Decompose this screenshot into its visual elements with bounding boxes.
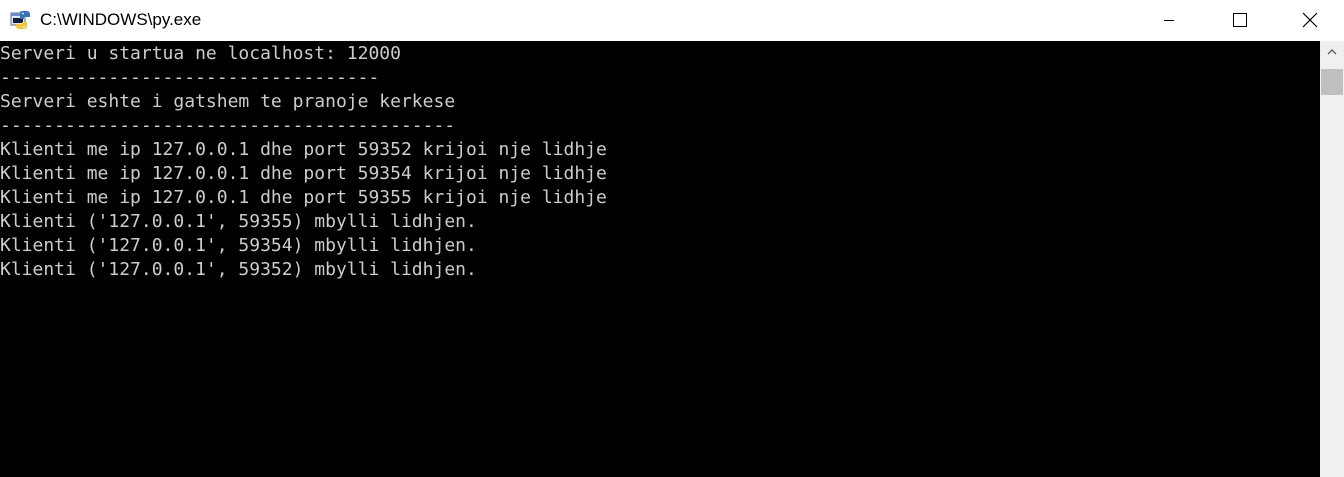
console-line: Klienti ('127.0.0.1', 59355) mbylli lidh… xyxy=(0,211,477,232)
console-output[interactable]: Serveri u startua ne localhost: 12000 --… xyxy=(0,41,1320,477)
minimize-icon xyxy=(1164,20,1174,21)
console-line: Klienti ('127.0.0.1', 59354) mbylli lidh… xyxy=(0,235,477,256)
console-window: C:\WINDOWS\py.exe Serveri u startua ne l… xyxy=(0,0,1344,477)
title-bar[interactable]: C:\WINDOWS\py.exe xyxy=(0,0,1344,41)
maximize-icon xyxy=(1233,13,1247,27)
close-button[interactable] xyxy=(1274,0,1344,41)
scroll-thumb[interactable] xyxy=(1321,69,1343,95)
maximize-button[interactable] xyxy=(1204,0,1274,41)
console-line: ----------------------------------------… xyxy=(0,115,456,136)
console-line: Klienti me ip 127.0.0.1 dhe port 59354 k… xyxy=(0,163,607,184)
console-line: Klienti me ip 127.0.0.1 dhe port 59352 k… xyxy=(0,139,607,160)
console-line: Serveri eshte i gatshem te pranoje kerke… xyxy=(0,91,456,112)
scroll-up-button[interactable] xyxy=(1320,41,1344,63)
minimize-button[interactable] xyxy=(1134,0,1204,41)
console-line: Serveri u startua ne localhost: 12000 xyxy=(0,43,401,64)
console-line: ----------------------------------- xyxy=(0,67,380,88)
window-title: C:\WINDOWS\py.exe xyxy=(40,10,202,29)
console-line: Klienti ('127.0.0.1', 59352) mbylli lidh… xyxy=(0,259,477,280)
close-icon xyxy=(1302,12,1318,28)
console-line: Klienti me ip 127.0.0.1 dhe port 59355 k… xyxy=(0,187,607,208)
python-launcher-icon[interactable] xyxy=(10,9,32,31)
chevron-up-icon xyxy=(1327,49,1337,55)
vertical-scrollbar[interactable] xyxy=(1320,41,1344,477)
